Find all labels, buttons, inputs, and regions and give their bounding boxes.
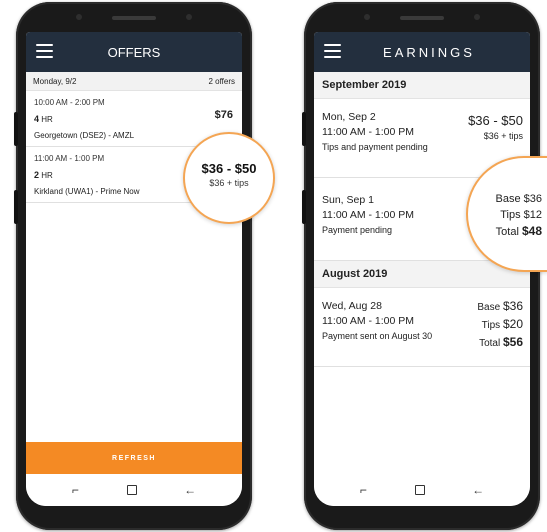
base-label: Base (477, 302, 501, 313)
total-amount: $56 (502, 335, 523, 349)
side-button (14, 190, 18, 224)
earning-entry[interactable]: Wed, Aug 28 11:00 AM - 1:00 PM Payment s… (314, 288, 530, 367)
offers-screen: OFFERS Monday, 9/2 2 offers 10:00 AM - 2… (26, 32, 242, 506)
offers-date-row: Monday, 9/2 2 offers (26, 72, 242, 91)
base-amount: $36 (502, 299, 523, 313)
month-header: September 2019 (314, 72, 530, 99)
total-label: Total (479, 338, 501, 349)
offers-date: Monday, 9/2 (33, 76, 77, 86)
phone-offers: OFFERS Monday, 9/2 2 offers 10:00 AM - 2… (14, 2, 252, 530)
menu-icon[interactable] (36, 44, 53, 58)
volume-button (302, 112, 306, 146)
side-button (302, 190, 306, 224)
back-icon[interactable]: ← (472, 483, 484, 497)
home-icon[interactable] (414, 485, 425, 495)
home-icon[interactable] (126, 485, 137, 495)
magnified-price-note: $36 + tips (209, 178, 249, 188)
total-amount: $48 (521, 224, 542, 238)
total-label: Total (495, 226, 519, 238)
tips-label: Tips (481, 320, 501, 331)
entry-range: $36 - $50 (468, 113, 523, 128)
speaker-grille (112, 16, 156, 20)
refresh-button[interactable]: REFRESH (26, 442, 242, 474)
menu-icon[interactable] (324, 44, 341, 58)
tips-label: Tips (500, 209, 521, 221)
sensor-dot (76, 14, 82, 20)
offer-price: $76 (214, 109, 233, 121)
tips-amount: $12 (523, 209, 542, 221)
recent-apps-icon[interactable]: ⌐ (72, 483, 79, 497)
tips-amount: $20 (502, 317, 523, 331)
earnings-app-bar: EARNINGS (314, 32, 530, 72)
entry-breakdown: Base $36 Tips $20 Total $56 (477, 298, 523, 352)
offers-count: 2 offers (208, 76, 235, 86)
magnified-price: $36 - $50 (201, 161, 257, 176)
recent-apps-icon[interactable]: ⌐ (360, 483, 367, 497)
android-nav-bar: ⌐ ← (26, 474, 242, 506)
offers-app-bar: OFFERS (26, 32, 242, 72)
entry-status: Tips and payment pending (322, 142, 428, 152)
earnings-screen: EARNINGS September 2019 Mon, Sep 2 11:00… (314, 32, 530, 506)
offer-time: 10:00 AM - 2:00 PM (34, 98, 105, 107)
back-icon[interactable]: ← (184, 483, 196, 497)
page-title: EARNINGS (383, 44, 475, 60)
page-title: OFFERS (107, 44, 161, 60)
android-nav-bar: ⌐ ← (314, 474, 530, 506)
offer-duration: 4 HR (34, 114, 53, 124)
base-label: Base (495, 193, 521, 205)
volume-button (14, 112, 18, 146)
sensor-dot (364, 14, 370, 20)
entry-range-note: $36 + tips (483, 131, 523, 141)
camera-dot (474, 14, 480, 20)
camera-dot (186, 14, 192, 20)
base-amount: $36 (523, 193, 542, 205)
price-magnifier-callout: $36 - $50 $36 + tips (183, 132, 275, 224)
speaker-grille (400, 16, 444, 20)
